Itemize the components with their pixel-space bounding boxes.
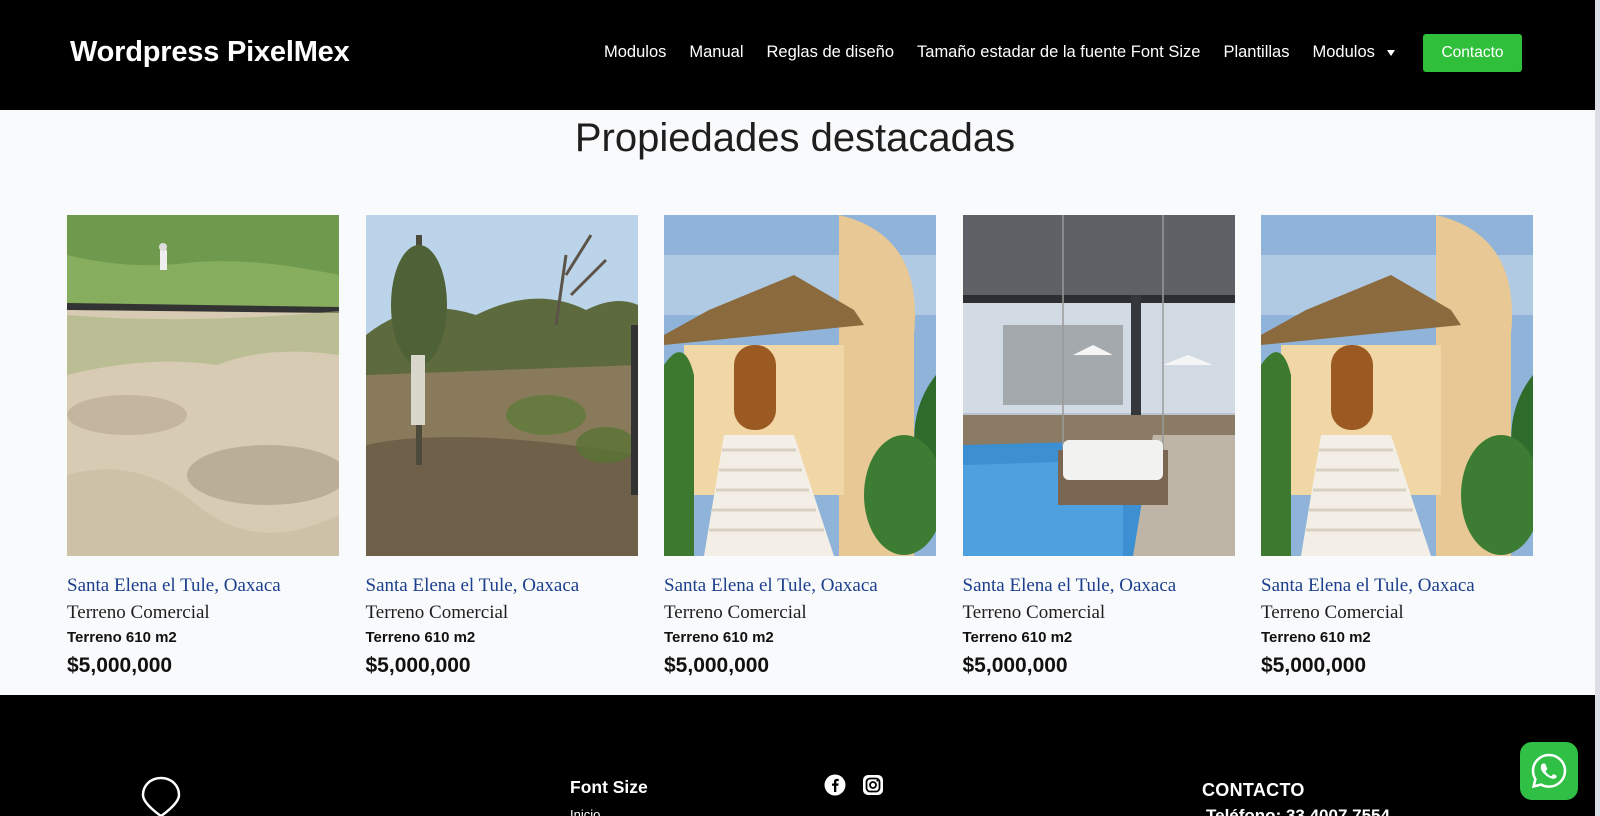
property-price: $5,000,000 xyxy=(664,654,770,677)
instagram-icon[interactable] xyxy=(862,774,884,796)
footer-contact-phone[interactable]: Teléfono: 33 4007 7554 xyxy=(1206,806,1436,816)
nav-item-reglas[interactable]: Reglas de diseño xyxy=(767,43,895,62)
property-type: Terreno Comercial xyxy=(1261,602,1404,623)
footer-contact-heading: CONTACTO xyxy=(1202,780,1305,800)
property-location-link[interactable]: Santa Elena el Tule, Oaxaca xyxy=(664,572,936,599)
site-brand[interactable]: Wordpress PixelMex xyxy=(70,36,350,69)
nav-item-manual[interactable]: Manual xyxy=(689,43,743,62)
property-location-link[interactable]: Santa Elena el Tule, Oaxaca xyxy=(366,572,638,599)
property-photo[interactable] xyxy=(962,215,1235,556)
property-photo[interactable] xyxy=(664,215,936,556)
whatsapp-icon xyxy=(1531,753,1567,789)
site-footer xyxy=(0,695,1595,816)
property-card: Santa Elena el Tule, Oaxaca Terreno Come… xyxy=(1261,215,1533,678)
property-price: $5,000,000 xyxy=(67,654,173,677)
property-list: Santa Elena el Tule, Oaxaca Terreno Come… xyxy=(67,215,1533,678)
social-links xyxy=(824,774,900,796)
main-nav: Modulos Manual Reglas de diseño Tamaño e… xyxy=(604,43,1395,62)
facebook-icon[interactable] xyxy=(824,774,846,796)
property-price: $5,000,000 xyxy=(962,654,1068,677)
nav-item-font-size[interactable]: Tamaño estadar de la fuente Font Size xyxy=(917,43,1200,62)
nav-dropdown-label: Modulos xyxy=(1312,43,1375,61)
property-photo[interactable] xyxy=(67,215,339,556)
property-location-link[interactable]: Santa Elena el Tule, Oaxaca xyxy=(1261,572,1533,599)
property-type: Terreno Comercial xyxy=(365,602,509,623)
property-card: Santa Elena el Tule, Oaxaca Terreno Come… xyxy=(365,215,638,678)
footer-link[interactable]: Inicio xyxy=(570,807,630,816)
nav-dropdown-modulos[interactable]: Modulos xyxy=(1313,43,1395,62)
nav-item-modulos[interactable]: Modulos xyxy=(604,43,666,62)
footer-column-heading: Font Size xyxy=(570,777,648,797)
property-type: Terreno Comercial xyxy=(962,602,1106,623)
property-card: Santa Elena el Tule, Oaxaca Terreno Come… xyxy=(664,215,936,678)
property-size: Terreno 610 m2 xyxy=(365,629,476,646)
section-title: Propiedades destacadas xyxy=(574,116,1016,160)
property-size: Terreno 610 m2 xyxy=(67,629,177,646)
property-card: Santa Elena el Tule, Oaxaca Terreno Come… xyxy=(67,215,339,678)
property-photo[interactable] xyxy=(1261,215,1533,556)
property-location-link[interactable]: Santa Elena el Tule, Oaxaca xyxy=(67,572,339,599)
whatsapp-button[interactable] xyxy=(1520,742,1578,800)
property-photo[interactable] xyxy=(365,215,638,556)
property-type: Terreno Comercial xyxy=(664,602,807,623)
property-size: Terreno 610 m2 xyxy=(1261,629,1371,646)
property-size: Terreno 610 m2 xyxy=(962,629,1073,646)
property-price: $5,000,000 xyxy=(1261,654,1367,677)
scrollbar-track[interactable] xyxy=(1595,0,1600,816)
property-card: Santa Elena el Tule, Oaxaca Terreno Come… xyxy=(962,215,1235,678)
property-price: $5,000,000 xyxy=(365,654,471,677)
map-pin-icon xyxy=(141,776,181,816)
property-type: Terreno Comercial xyxy=(67,602,210,623)
property-location-link[interactable]: Santa Elena el Tule, Oaxaca xyxy=(963,572,1235,599)
nav-item-plantillas[interactable]: Plantillas xyxy=(1223,43,1289,62)
site-header: Wordpress PixelMex Modulos Manual Reglas… xyxy=(0,0,1595,110)
caret-down-icon xyxy=(1386,49,1395,56)
contact-button[interactable]: Contacto xyxy=(1423,34,1522,72)
property-size: Terreno 610 m2 xyxy=(664,629,774,646)
